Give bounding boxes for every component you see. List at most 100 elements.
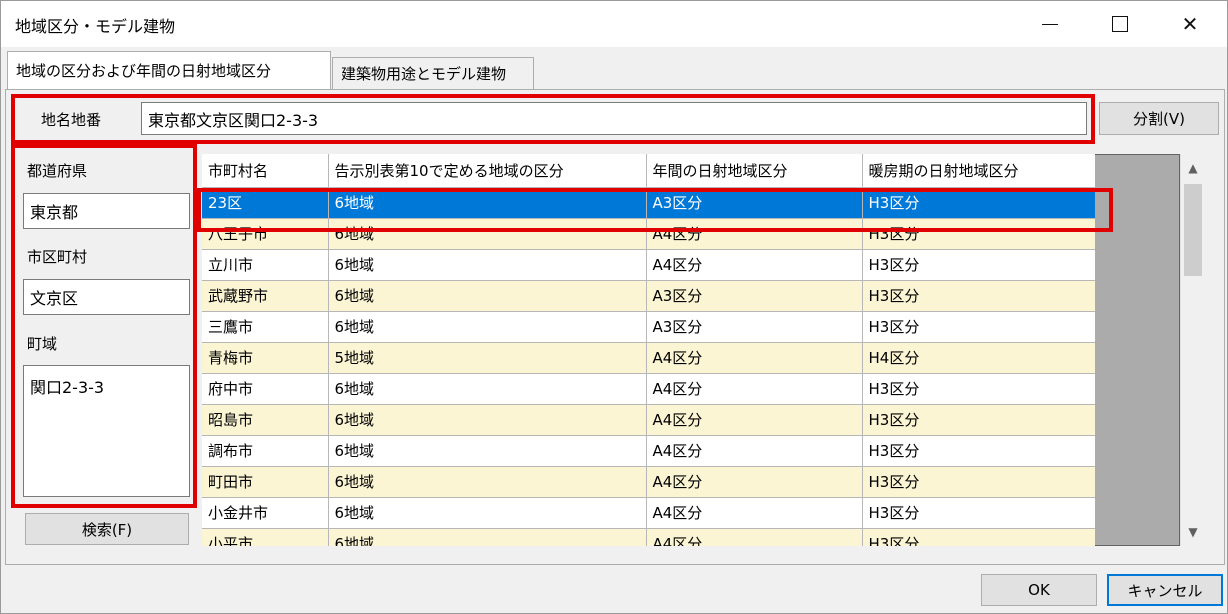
- table-cell: 23区: [202, 187, 329, 219]
- table-row[interactable]: 八王子市 6地域 A4区分 H3区分: [202, 218, 1095, 250]
- tab-building-usage[interactable]: 建築物用途とモデル建物: [332, 57, 534, 89]
- scroll-up-icon[interactable]: ▲: [1181, 158, 1205, 178]
- table-cell: 6地域: [328, 280, 647, 312]
- table-cell: A4区分: [646, 249, 863, 281]
- split-button-label: 分割(V): [1133, 110, 1185, 128]
- table-header-row: 市町村名 告示別表第10で定める地域の区分 年間の日射地域区分 暖房期の日射地域区分: [202, 154, 1095, 188]
- split-button[interactable]: 分割(V): [1099, 102, 1219, 135]
- table-cell: 小平市: [202, 528, 329, 546]
- column-header[interactable]: 告示別表第10で定める地域の区分: [328, 154, 647, 188]
- table-cell: A3区分: [646, 280, 863, 312]
- table-cell: 6地域: [328, 218, 647, 250]
- table-cell: A4区分: [646, 342, 863, 374]
- city-label: 市区町村: [27, 248, 88, 266]
- table-cell: H3区分: [862, 528, 1095, 546]
- scroll-down-icon[interactable]: ▼: [1181, 522, 1205, 542]
- table-cell: H3区分: [862, 187, 1095, 219]
- table-cell: A4区分: [646, 373, 863, 405]
- table-cell: 小金井市: [202, 497, 329, 529]
- table-row[interactable]: 立川市 6地域 A4区分 H3区分: [202, 249, 1095, 281]
- address-label: 地名地番: [41, 111, 102, 129]
- tab-label: 建築物用途とモデル建物: [341, 65, 507, 83]
- address-value: 東京都文京区関口2-3-3: [148, 110, 319, 130]
- table-cell: H3区分: [862, 404, 1095, 436]
- table-cell: A3区分: [646, 187, 863, 219]
- table-cell: 立川市: [202, 249, 329, 281]
- table-cell: 6地域: [328, 311, 647, 343]
- table-cell: 6地域: [328, 466, 647, 498]
- table-cell: H4区分: [862, 342, 1095, 374]
- table-row[interactable]: 三鷹市 6地域 A3区分 H3区分: [202, 311, 1095, 343]
- table-row[interactable]: 武蔵野市 6地域 A3区分 H3区分: [202, 280, 1095, 312]
- table-cell: 5地域: [328, 342, 647, 374]
- table-row[interactable]: 小金井市 6地域 A4区分 H3区分: [202, 497, 1095, 529]
- cancel-button-label: キャンセル: [1127, 581, 1203, 600]
- table-cell: 6地域: [328, 497, 647, 529]
- town-label: 町域: [27, 335, 58, 353]
- table-cell: A4区分: [646, 497, 863, 529]
- table-row[interactable]: 23区 6地域 A3区分 H3区分: [202, 187, 1095, 219]
- table-cell: 昭島市: [202, 404, 329, 436]
- column-header[interactable]: 市町村名: [202, 154, 329, 188]
- table-row[interactable]: 昭島市 6地域 A4区分 H3区分: [202, 404, 1095, 436]
- grid-viewport: 市町村名 告示別表第10で定める地域の区分 年間の日射地域区分 暖房期の日射地域区分 2…: [202, 154, 1095, 546]
- table-cell: 府中市: [202, 373, 329, 405]
- table-cell: A4区分: [646, 528, 863, 546]
- tab-label: 地域の区分および年間の日射地域区分: [16, 62, 272, 80]
- column-header[interactable]: 暖房期の日射地域区分: [862, 154, 1095, 188]
- cancel-button[interactable]: キャンセル: [1107, 574, 1223, 606]
- table-cell: 6地域: [328, 249, 647, 281]
- table-cell: 6地域: [328, 187, 647, 219]
- region-grid: 市町村名 告示別表第10で定める地域の区分 年間の日射地域区分 暖房期の日射地域区分 2…: [202, 154, 1095, 546]
- ok-button[interactable]: OK: [981, 574, 1097, 606]
- table-cell: H3区分: [862, 373, 1095, 405]
- window-title: 地域区分・モデル建物: [15, 17, 176, 36]
- table-cell: H3区分: [862, 311, 1095, 343]
- table-cell: H3区分: [862, 249, 1095, 281]
- table-row[interactable]: 町田市 6地域 A4区分 H3区分: [202, 466, 1095, 498]
- vertical-scrollbar[interactable]: ▲ ▼: [1180, 154, 1204, 546]
- table-cell: A4区分: [646, 218, 863, 250]
- city-input[interactable]: 文京区: [23, 279, 190, 315]
- table-cell: A3区分: [646, 311, 863, 343]
- table-cell: 6地域: [328, 373, 647, 405]
- column-header[interactable]: 年間の日射地域区分: [646, 154, 863, 188]
- table-cell: 三鷹市: [202, 311, 329, 343]
- minimize-icon[interactable]: [1021, 1, 1079, 47]
- address-input[interactable]: 東京都文京区関口2-3-3: [141, 102, 1087, 135]
- table-cell: 調布市: [202, 435, 329, 467]
- table-cell: A4区分: [646, 404, 863, 436]
- city-value: 文京区: [30, 289, 79, 308]
- close-icon[interactable]: [1161, 1, 1219, 47]
- table-cell: 武蔵野市: [202, 280, 329, 312]
- table-cell: 6地域: [328, 435, 647, 467]
- search-button[interactable]: 検索(F): [25, 513, 189, 545]
- ok-button-label: OK: [1028, 581, 1050, 599]
- prefecture-label: 都道府県: [27, 162, 88, 180]
- table-row[interactable]: 調布市 6地域 A4区分 H3区分: [202, 435, 1095, 467]
- tab-region-classification[interactable]: 地域の区分および年間の日射地域区分: [7, 51, 331, 89]
- table-cell: A4区分: [646, 466, 863, 498]
- table-cell: H3区分: [862, 435, 1095, 467]
- table-cell: H3区分: [862, 280, 1095, 312]
- table-row[interactable]: 小平市 6地域 A4区分 H3区分: [202, 528, 1095, 546]
- table-cell: 6地域: [328, 404, 647, 436]
- table-cell: 町田市: [202, 466, 329, 498]
- table-cell: 6地域: [328, 528, 647, 546]
- table-row[interactable]: 府中市 6地域 A4区分 H3区分: [202, 373, 1095, 405]
- maximize-icon[interactable]: [1091, 1, 1149, 47]
- town-input[interactable]: 関口2-3-3: [23, 365, 190, 497]
- table-row[interactable]: 青梅市 5地域 A4区分 H4区分: [202, 342, 1095, 374]
- title-bar: 地域区分・モデル建物: [1, 1, 1227, 47]
- prefecture-input[interactable]: 東京都: [23, 193, 190, 229]
- prefecture-value: 東京都: [30, 203, 79, 222]
- table-cell: 青梅市: [202, 342, 329, 374]
- search-button-label: 検索(F): [81, 520, 133, 539]
- dialog-window: 地域区分・モデル建物 地域の区分および年間の日射地域区分 建築物用途とモデル建物…: [0, 0, 1228, 614]
- table-cell: 八王子市: [202, 218, 329, 250]
- table-cell: A4区分: [646, 435, 863, 467]
- table-cell: H3区分: [862, 497, 1095, 529]
- table-cell: H3区分: [862, 218, 1095, 250]
- scroll-thumb[interactable]: [1184, 184, 1202, 276]
- town-value: 関口2-3-3: [30, 378, 105, 397]
